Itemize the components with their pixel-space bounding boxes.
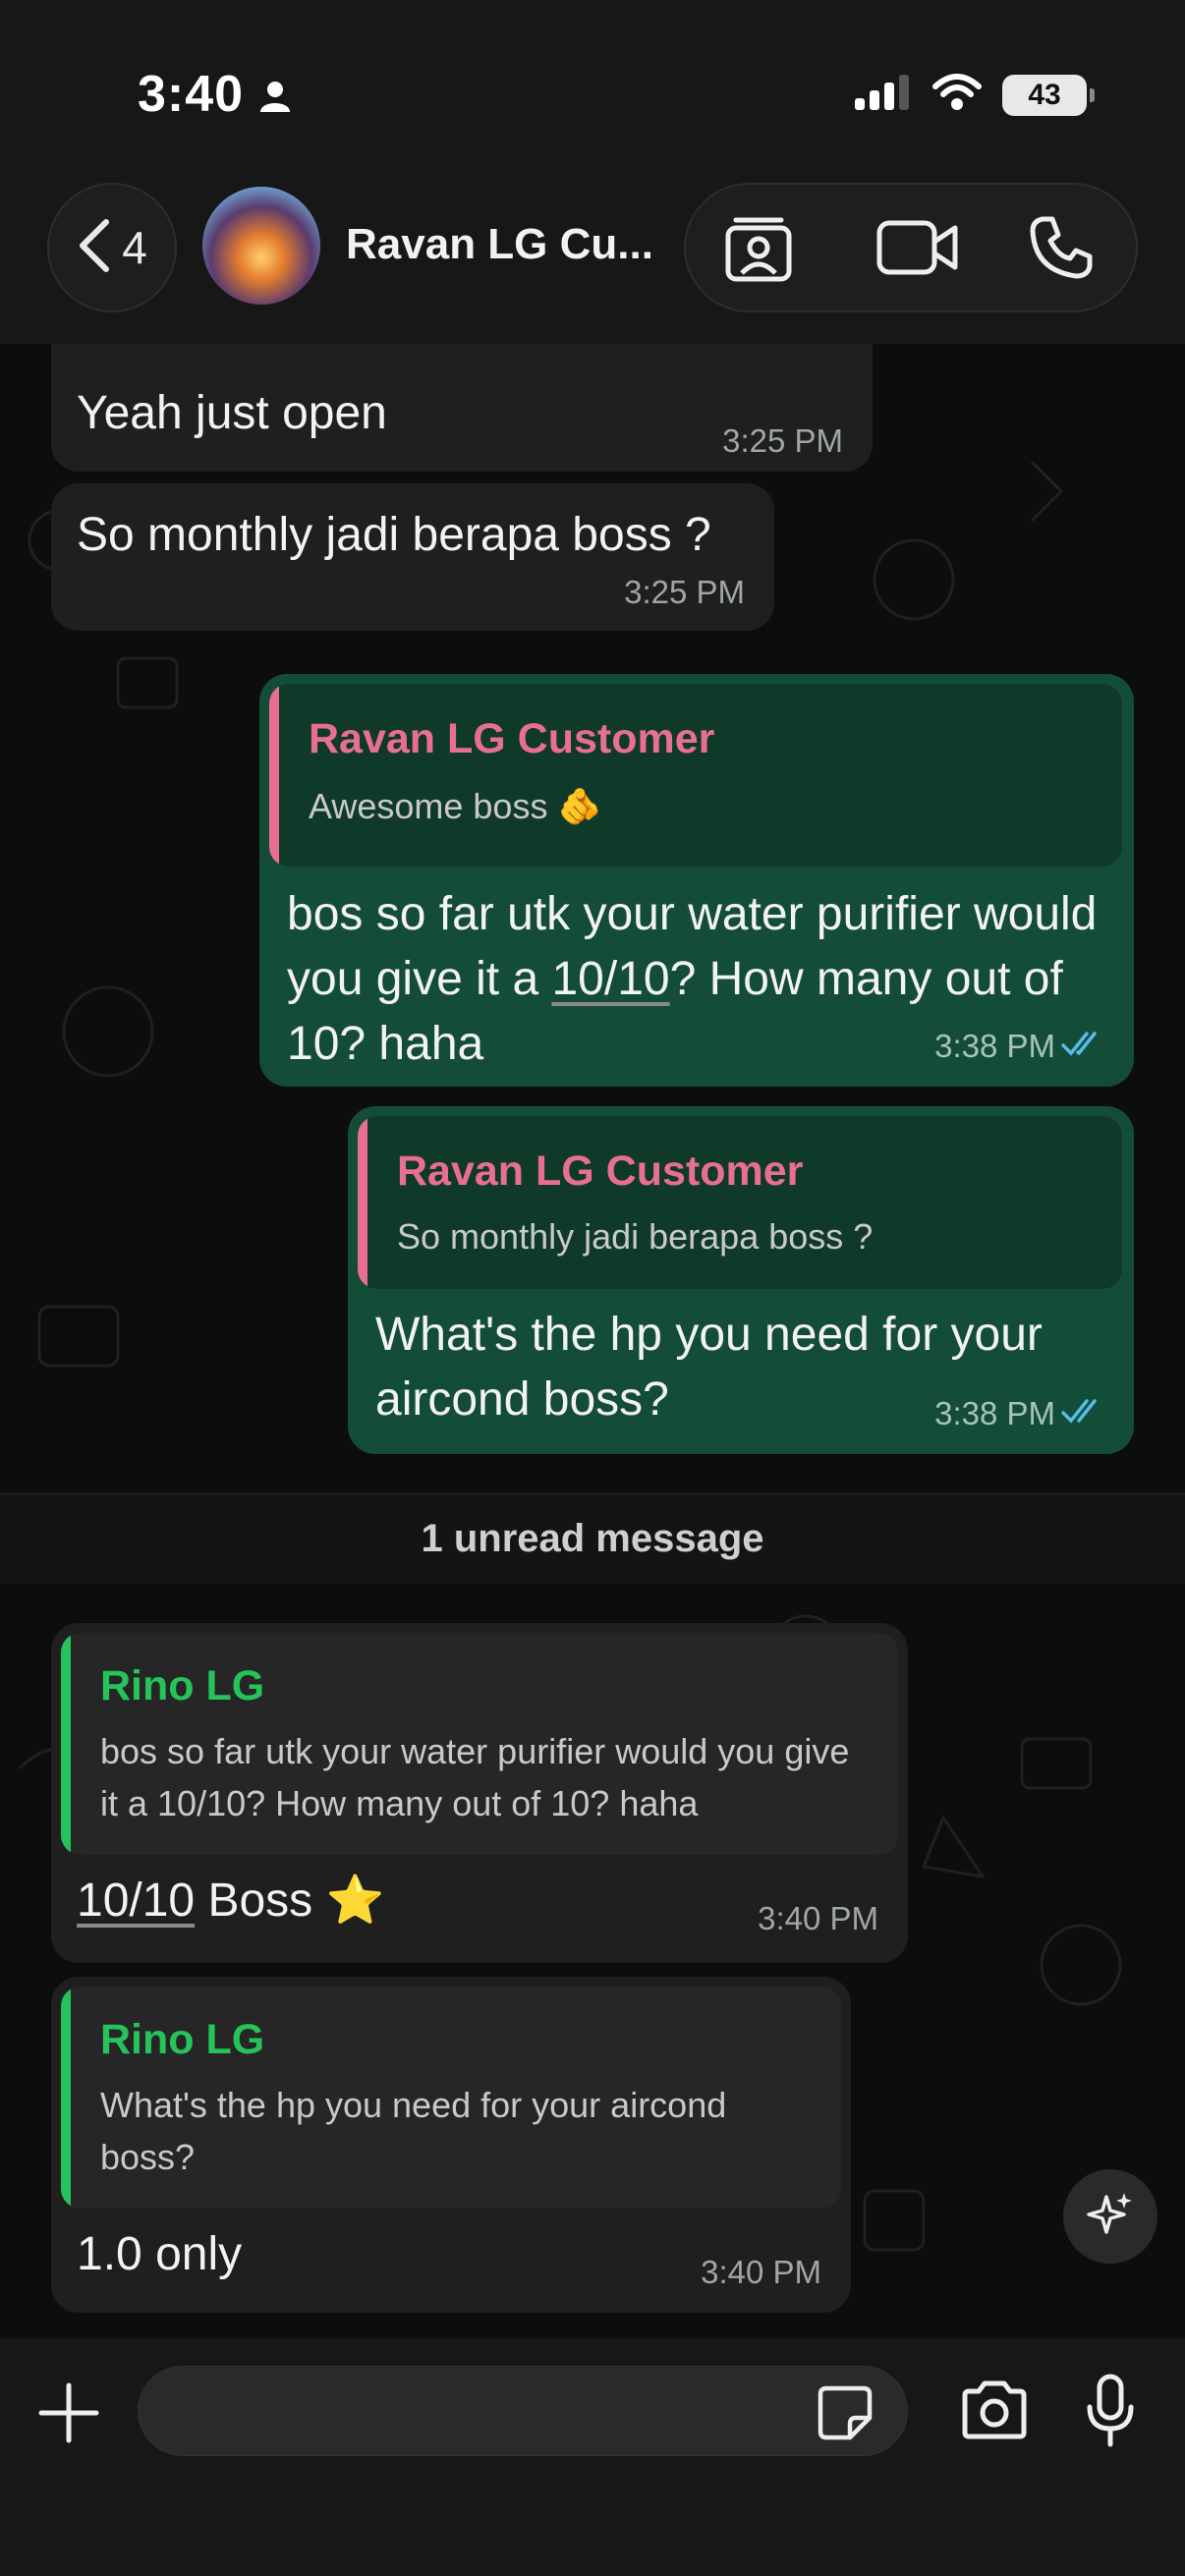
quote-text: What's the hp you need for your aircond … [100, 2085, 727, 2177]
contact-card-button[interactable] [717, 208, 800, 291]
unread-count: 4 [122, 222, 147, 273]
quote-bar [358, 1116, 367, 1289]
quote-bar [61, 1987, 71, 2209]
read-ticks-icon [1061, 1030, 1108, 1064]
message-input[interactable] [168, 2367, 817, 2455]
microphone-icon [1085, 2374, 1136, 2452]
battery-icon: 43 [1002, 74, 1095, 116]
voice-message-button[interactable] [1085, 2374, 1136, 2453]
attach-button[interactable] [37, 2381, 100, 2444]
unread-label: 1 unread message [421, 1517, 764, 1560]
message-incoming[interactable]: So monthly jadi berapa boss ? 3:25 PM [51, 483, 774, 631]
message-time: 3:40 PM [758, 1900, 878, 1936]
signal-icon [853, 73, 912, 117]
back-button[interactable]: 4 [47, 183, 177, 312]
sparkle-icon [1085, 2189, 1136, 2245]
message-time: 3:25 PM [624, 574, 745, 610]
message-time: 3:40 PM [701, 2254, 821, 2290]
voice-call-button[interactable] [1020, 208, 1102, 291]
quote-text: Awesome boss 🫵 [309, 786, 602, 826]
reply-quote[interactable]: Ravan LG Customer Awesome boss 🫵 [269, 684, 1122, 867]
quote-author: Rino LG [100, 2016, 265, 2063]
rating-link[interactable]: 10/10 [551, 953, 669, 1005]
message-time: 3:38 PM [934, 1028, 1055, 1064]
header-actions [684, 183, 1138, 312]
reply-quote[interactable]: Rino LG bos so far utk your water purifi… [61, 1633, 898, 1855]
phone-icon [1029, 215, 1094, 285]
quote-author: Ravan LG Customer [397, 1148, 804, 1195]
contact-card-icon [724, 212, 793, 288]
chat-header: 4 Ravan LG Cu... [0, 157, 1185, 344]
message-text: Yeah just open [77, 387, 387, 439]
plus-icon [37, 2382, 100, 2448]
quote-author: Rino LG [100, 1662, 265, 1709]
composer-bar [0, 2338, 1185, 2576]
message-incoming[interactable]: Rino LG bos so far utk your water purifi… [51, 1623, 908, 1963]
wifi-icon [931, 73, 983, 117]
message-text: So monthly jadi berapa boss ? [77, 509, 711, 561]
chevron-left-icon [77, 218, 112, 278]
status-time: 3:40 [138, 66, 245, 123]
quote-bar [269, 684, 279, 867]
rating-link[interactable]: 10/10 [77, 1875, 195, 1927]
contact-name[interactable]: Ravan LG Cu... [346, 220, 653, 269]
quote-text: bos so far utk your water purifier would… [100, 1731, 850, 1823]
quote-author: Ravan LG Customer [309, 715, 715, 762]
video-call-button[interactable] [876, 208, 959, 291]
avatar[interactable] [202, 187, 320, 305]
camera-icon [959, 2380, 1030, 2444]
message-outgoing[interactable]: Ravan LG Customer Awesome boss 🫵 bos so … [259, 674, 1134, 1087]
message-incoming[interactable]: Yeah just open 3:25 PM [51, 371, 873, 472]
message-outgoing[interactable]: Ravan LG Customer So monthly jadi berapa… [348, 1106, 1134, 1454]
video-camera-icon [876, 220, 959, 280]
message-time: 3:25 PM [722, 422, 843, 459]
person-icon [257, 79, 293, 119]
read-ticks-icon [1061, 1397, 1108, 1431]
quote-text: So monthly jadi berapa boss ? [397, 1216, 874, 1257]
reply-quote[interactable]: Rino LG What's the hp you need for your … [61, 1987, 841, 2209]
message-input-field[interactable] [138, 2366, 908, 2456]
message-text: 1.0 only [77, 2228, 243, 2280]
quote-bar [61, 1633, 71, 1855]
chat-area[interactable]: Yeah just open 3:25 PM So monthly jadi b… [0, 344, 1185, 2338]
unread-divider: 1 unread message [0, 1493, 1185, 1584]
ai-sparkle-button[interactable] [1063, 2169, 1157, 2264]
message-time: 3:38 PM [934, 1395, 1055, 1431]
message-text: 10/10 Boss ⭐ [77, 1875, 385, 1927]
message-incoming[interactable]: Rino LG What's the hp you need for your … [51, 1977, 851, 2313]
reply-quote[interactable]: Ravan LG Customer So monthly jadi berapa… [358, 1116, 1122, 1289]
sticker-icon[interactable] [817, 2384, 874, 2446]
camera-button[interactable] [959, 2380, 1030, 2445]
